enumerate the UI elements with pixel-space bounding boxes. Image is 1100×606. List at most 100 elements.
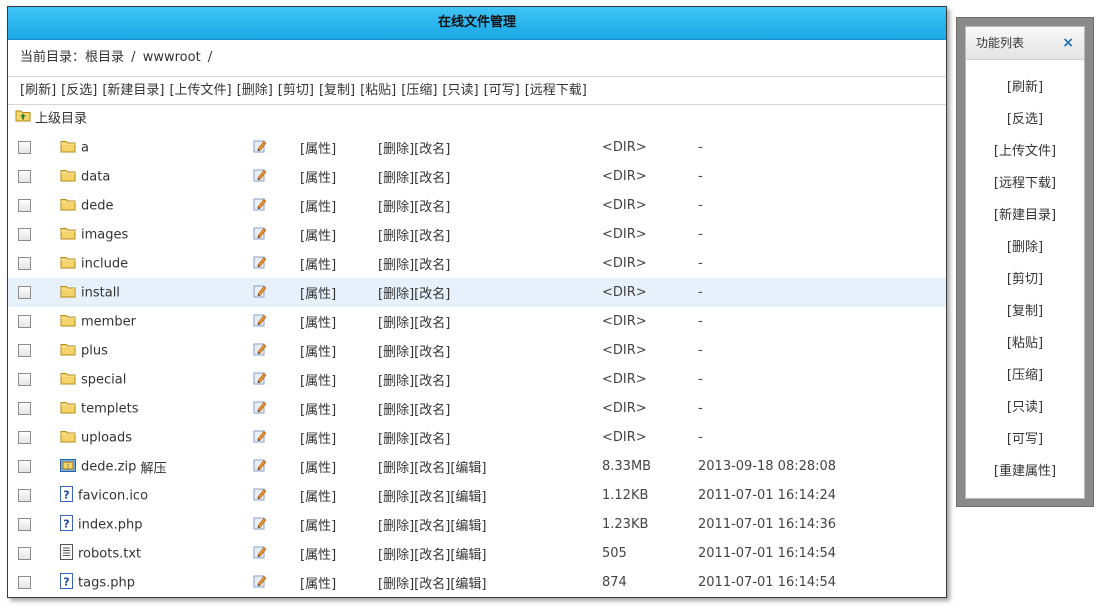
row-checkbox[interactable] [18,199,31,212]
file-name-link[interactable]: favicon.ico [78,488,148,503]
attr-link[interactable]: [属性] [300,258,336,273]
file-name-link[interactable]: index.php [78,517,142,532]
function-list-item[interactable]: [只读] [1007,400,1043,415]
rename-link[interactable]: [改名] [414,345,450,360]
edit-pencil-icon[interactable] [253,140,267,157]
edit-link[interactable]: [编辑] [450,519,486,534]
delete-link[interactable]: [删除] [378,403,414,418]
edit-link[interactable]: [编辑] [450,548,486,563]
file-name-link[interactable]: templets [81,401,139,416]
delete-link[interactable]: [删除] [378,171,414,186]
row-checkbox[interactable] [18,170,31,183]
unzip-link[interactable]: 解压 [140,461,166,476]
delete-link[interactable]: [删除] [378,490,414,505]
delete-link[interactable]: [删除] [378,316,414,331]
row-checkbox[interactable] [18,373,31,386]
file-name-link[interactable]: images [81,227,128,242]
attr-link[interactable]: [属性] [300,374,336,389]
rename-link[interactable]: [改名] [414,171,450,186]
row-checkbox[interactable] [18,286,31,299]
edit-link[interactable]: [编辑] [450,490,486,505]
edit-pencil-icon[interactable] [253,198,267,215]
delete-link[interactable]: [删除] [378,432,414,447]
parent-dir-link[interactable]: 上级目录 [35,112,87,127]
file-name-link[interactable]: plus [81,343,108,358]
row-checkbox[interactable] [18,547,31,560]
function-list-item[interactable]: [压缩] [1007,368,1043,383]
file-name-link[interactable]: install [81,285,120,300]
attr-link[interactable]: [属性] [300,519,336,534]
function-list-item[interactable]: [上传文件] [994,144,1056,159]
attr-link[interactable]: [属性] [300,345,336,360]
edit-pencil-icon[interactable] [253,256,267,273]
toolbar-button[interactable]: [删除] [237,83,273,98]
attr-link[interactable]: [属性] [300,461,336,476]
rename-link[interactable]: [改名] [414,577,450,592]
toolbar-button[interactable]: [压缩] [401,83,437,98]
attr-link[interactable]: [属性] [300,229,336,244]
delete-link[interactable]: [删除] [378,374,414,389]
toolbar-button[interactable]: [刷新] [20,83,56,98]
rename-link[interactable]: [改名] [414,229,450,244]
file-name-link[interactable]: a [81,140,89,155]
rename-link[interactable]: [改名] [414,403,450,418]
function-list-item[interactable]: [可写] [1007,432,1043,447]
rename-link[interactable]: [改名] [414,316,450,331]
function-list-item[interactable]: [刷新] [1007,80,1043,95]
attr-link[interactable]: [属性] [300,200,336,215]
edit-pencil-icon[interactable] [253,488,267,505]
row-checkbox[interactable] [18,402,31,415]
row-checkbox[interactable] [18,228,31,241]
toolbar-button[interactable]: [剪切] [278,83,314,98]
path-root-link[interactable]: 根目录 [85,50,124,65]
rename-link[interactable]: [改名] [414,200,450,215]
toolbar-button[interactable]: [反选] [61,83,97,98]
rename-link[interactable]: [改名] [414,258,450,273]
edit-pencil-icon[interactable] [253,459,267,476]
row-checkbox[interactable] [18,431,31,444]
delete-link[interactable]: [删除] [378,258,414,273]
edit-pencil-icon[interactable] [253,517,267,534]
row-checkbox[interactable] [18,576,31,589]
edit-pencil-icon[interactable] [253,169,267,186]
row-checkbox[interactable] [18,315,31,328]
toolbar-button[interactable]: [粘贴] [360,83,396,98]
edit-link[interactable]: [编辑] [450,461,486,476]
toolbar-button[interactable]: [可写] [484,83,520,98]
edit-pencil-icon[interactable] [253,401,267,418]
delete-link[interactable]: [删除] [378,142,414,157]
row-checkbox[interactable] [18,489,31,502]
delete-link[interactable]: [删除] [378,461,414,476]
file-name-link[interactable]: member [81,314,136,329]
attr-link[interactable]: [属性] [300,316,336,331]
row-checkbox[interactable] [18,257,31,270]
rename-link[interactable]: [改名] [414,432,450,447]
file-name-link[interactable]: robots.txt [78,546,141,561]
function-list-item[interactable]: [重建属性] [994,464,1056,479]
function-list-item[interactable]: [粘贴] [1007,336,1043,351]
function-list-item[interactable]: [新建目录] [994,208,1056,223]
attr-link[interactable]: [属性] [300,577,336,592]
row-checkbox[interactable] [18,518,31,531]
rename-link[interactable]: [改名] [414,374,450,389]
function-list-item[interactable]: [删除] [1007,240,1043,255]
delete-link[interactable]: [删除] [378,287,414,302]
file-name-link[interactable]: dede.zip [81,459,136,474]
attr-link[interactable]: [属性] [300,171,336,186]
rename-link[interactable]: [改名] [414,461,450,476]
parent-dir-row[interactable]: 上级目录 [8,105,946,133]
function-list-item[interactable]: [反选] [1007,112,1043,127]
delete-link[interactable]: [删除] [378,519,414,534]
file-name-link[interactable]: special [81,372,126,387]
file-name-link[interactable]: uploads [81,430,132,445]
toolbar-button[interactable]: [复制] [319,83,355,98]
rename-link[interactable]: [改名] [414,287,450,302]
function-list-item[interactable]: [复制] [1007,304,1043,319]
delete-link[interactable]: [删除] [378,345,414,360]
edit-pencil-icon[interactable] [253,227,267,244]
toolbar-button[interactable]: [新建目录] [102,83,164,98]
attr-link[interactable]: [属性] [300,287,336,302]
row-checkbox[interactable] [18,141,31,154]
edit-link[interactable]: [编辑] [450,577,486,592]
toolbar-button[interactable]: [远程下载] [525,83,587,98]
